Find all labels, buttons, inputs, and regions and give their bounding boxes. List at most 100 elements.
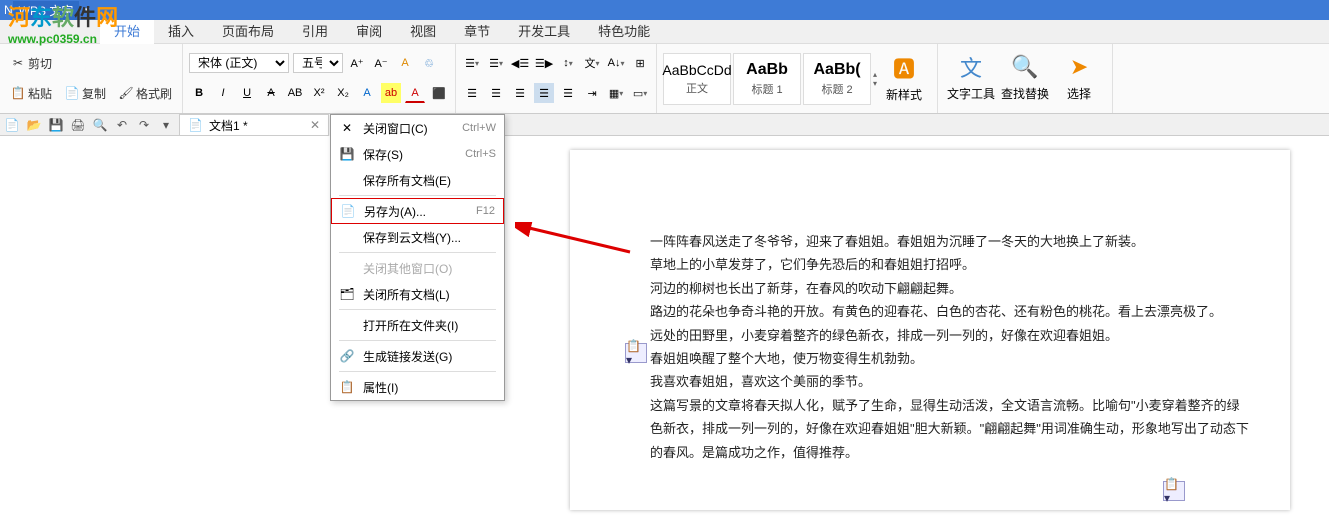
- select-button[interactable]: ➤ 选择: [1052, 48, 1106, 106]
- copy-button[interactable]: 📄复制: [60, 83, 110, 104]
- italic-button[interactable]: I: [213, 83, 233, 103]
- menu-item[interactable]: 💾保存(S)Ctrl+S: [331, 141, 504, 167]
- tab-review[interactable]: 审阅: [342, 20, 396, 44]
- find-replace-button[interactable]: 🔍 查找替换: [998, 48, 1052, 106]
- menu-item[interactable]: 打开所在文件夹(I): [331, 312, 504, 338]
- qa-save-icon[interactable]: 💾: [48, 117, 64, 133]
- text-tools-button[interactable]: 文 文字工具: [944, 48, 998, 106]
- grow-font-button[interactable]: A⁺: [347, 53, 367, 73]
- align-justify-button[interactable]: ☰: [534, 83, 554, 103]
- change-case-button[interactable]: A: [395, 53, 415, 73]
- clear-format-button[interactable]: ♲: [419, 53, 439, 73]
- close-tab-button[interactable]: ✕: [310, 118, 320, 132]
- qa-more-icon[interactable]: ▾: [158, 117, 174, 133]
- strikethrough-button[interactable]: AB: [285, 83, 305, 103]
- app-name: WPS 文字: [13, 1, 80, 20]
- menu-item[interactable]: 📄另存为(A)...F12: [331, 198, 504, 224]
- paste-button[interactable]: 📋粘贴: [6, 83, 56, 104]
- distribute-button[interactable]: ☰: [558, 83, 578, 103]
- tab-settings-button[interactable]: ⇥: [582, 83, 602, 103]
- style-heading2[interactable]: AaBb( 标题 2: [803, 53, 871, 105]
- qa-redo-icon[interactable]: ↷: [136, 117, 152, 133]
- qa-open-icon[interactable]: 📂: [26, 117, 42, 133]
- cursor-icon: ➤: [1065, 53, 1093, 81]
- highlight-button[interactable]: ab: [381, 83, 401, 103]
- decrease-indent-button[interactable]: ◀☰: [510, 53, 530, 73]
- strike-button[interactable]: A: [261, 83, 281, 103]
- paste-option-icon-2[interactable]: 📋▾: [1163, 481, 1185, 501]
- tab-chapter[interactable]: 章节: [450, 20, 504, 44]
- menu-item[interactable]: 📋属性(I): [331, 374, 504, 400]
- menu-item[interactable]: 保存到云文档(Y)...: [331, 224, 504, 250]
- tab-dev-tools[interactable]: 开发工具: [504, 20, 584, 44]
- quick-access-bar: 📄 📂 💾 🖨 🔍 ↶ ↷ ▾ | = 📄 文档1 * ✕ +: [0, 114, 1329, 136]
- paragraph[interactable]: 春姐姐唤醒了整个大地，使万物变得生机勃勃。: [650, 347, 1250, 370]
- tab-insert[interactable]: 插入: [154, 20, 208, 44]
- paragraph[interactable]: 这篇写景的文章将春天拟人化，赋予了生命，显得生动活泼，全文语言流畅。比喻句"小麦…: [650, 394, 1250, 464]
- paste-option-icon[interactable]: 📋▾: [625, 343, 647, 363]
- line-spacing-button[interactable]: ↕▾: [558, 53, 578, 73]
- underline-button[interactable]: U: [237, 83, 257, 103]
- tab-references[interactable]: 引用: [288, 20, 342, 44]
- tab-special[interactable]: 特色功能: [584, 20, 664, 44]
- menu-item[interactable]: 🔗生成链接发送(G): [331, 343, 504, 369]
- subscript-button[interactable]: X₂: [333, 83, 353, 103]
- text-tools-icon: 文: [957, 53, 985, 81]
- superscript-button[interactable]: X²: [309, 83, 329, 103]
- menu-item-label: 保存到云文档(Y)...: [363, 229, 488, 246]
- align-right-button[interactable]: ☰: [510, 83, 530, 103]
- tab-page-layout[interactable]: 页面布局: [208, 20, 288, 44]
- text-effect-button[interactable]: A: [357, 83, 377, 103]
- qa-preview-icon[interactable]: 🔍: [92, 117, 108, 133]
- paragraph[interactable]: 我喜欢春姐姐，喜欢这个美丽的季节。: [650, 370, 1250, 393]
- paragraph[interactable]: 远处的田野里，小麦穿着整齐的绿色新衣，排成一列一列的，好像在欢迎春姐姐。: [650, 324, 1250, 347]
- menu-item-icon: 🗂: [339, 287, 355, 301]
- paragraph[interactable]: 一阵阵春风送走了冬爷爷，迎来了春姐姐。春姐姐为沉睡了一冬天的大地换上了新装。: [650, 230, 1250, 253]
- menu-item[interactable]: 保存所有文档(E): [331, 167, 504, 193]
- app-icon: N: [4, 3, 13, 17]
- paragraph[interactable]: 河边的柳树也长出了新芽，在春风的吹动下翩翩起舞。: [650, 277, 1250, 300]
- style-normal[interactable]: AaBbCcDd 正文: [663, 53, 731, 105]
- font-size-select[interactable]: 五号: [293, 53, 343, 73]
- menu-item-icon: 💾: [339, 147, 355, 161]
- tools-group: 文 文字工具 🔍 查找替换 ➤ 选择: [938, 44, 1113, 113]
- char-shading-button[interactable]: ⬛: [429, 83, 449, 103]
- qa-print-icon[interactable]: 🖨: [70, 117, 86, 133]
- font-name-select[interactable]: 宋体 (正文): [189, 53, 289, 73]
- menu-item-label: 保存所有文档(E): [363, 172, 488, 189]
- new-style-button[interactable]: 🅰 新样式: [877, 50, 931, 108]
- qa-new-icon[interactable]: 📄: [4, 117, 20, 133]
- paste-icon: 📋: [10, 85, 26, 101]
- style-heading1[interactable]: AaBb 标题 1: [733, 53, 801, 105]
- text-direction-button[interactable]: 文▾: [582, 53, 602, 73]
- format-painter-button[interactable]: 🖌格式刷: [114, 83, 176, 104]
- increase-indent-button[interactable]: ☰▶: [534, 53, 554, 73]
- paragraph[interactable]: 草地上的小草发芽了，它们争先恐后的和春姐姐打招呼。: [650, 253, 1250, 276]
- qa-undo-icon[interactable]: ↶: [114, 117, 130, 133]
- document-page[interactable]: 一阵阵春风送走了冬爷爷，迎来了春姐姐。春姐姐为沉睡了一冬天的大地换上了新装。草地…: [570, 150, 1290, 510]
- menu-separator: [339, 340, 496, 341]
- numbering-button[interactable]: ☰▾: [486, 53, 506, 73]
- menu-item-label: 关闭所有文档(L): [363, 286, 488, 303]
- tab-view[interactable]: 视图: [396, 20, 450, 44]
- bullets-button[interactable]: ☰▾: [462, 53, 482, 73]
- menu-item-label: 保存(S): [363, 146, 457, 163]
- tab-start[interactable]: 开始: [100, 20, 154, 44]
- shading-button[interactable]: ▦▾: [606, 83, 626, 103]
- cut-button[interactable]: ✂剪切: [6, 53, 56, 74]
- font-color-button[interactable]: A: [405, 83, 425, 103]
- align-center-button[interactable]: ☰: [486, 83, 506, 103]
- app-dropdown-icon[interactable]: ▼: [83, 6, 91, 15]
- paragraph[interactable]: 路边的花朵也争奇斗艳的开放。有黄色的迎春花、白色的杏花、还有粉色的桃花。看上去漂…: [650, 300, 1250, 323]
- show-marks-button[interactable]: ⊞: [630, 53, 650, 73]
- shrink-font-button[interactable]: A⁻: [371, 53, 391, 73]
- menu-item[interactable]: 🗂 关闭所有文档(L): [331, 281, 504, 307]
- borders-button[interactable]: ▭▾: [630, 83, 650, 103]
- menu-item[interactable]: ✕关闭窗口(C)Ctrl+W: [331, 115, 504, 141]
- align-left-button[interactable]: ☰: [462, 83, 482, 103]
- menu-item-label: 生成链接发送(G): [363, 348, 488, 365]
- document-tab[interactable]: 📄 文档1 * ✕: [179, 114, 329, 136]
- doc-icon: 📄: [188, 118, 203, 132]
- sort-button[interactable]: A↓▾: [606, 53, 626, 73]
- bold-button[interactable]: B: [189, 83, 209, 103]
